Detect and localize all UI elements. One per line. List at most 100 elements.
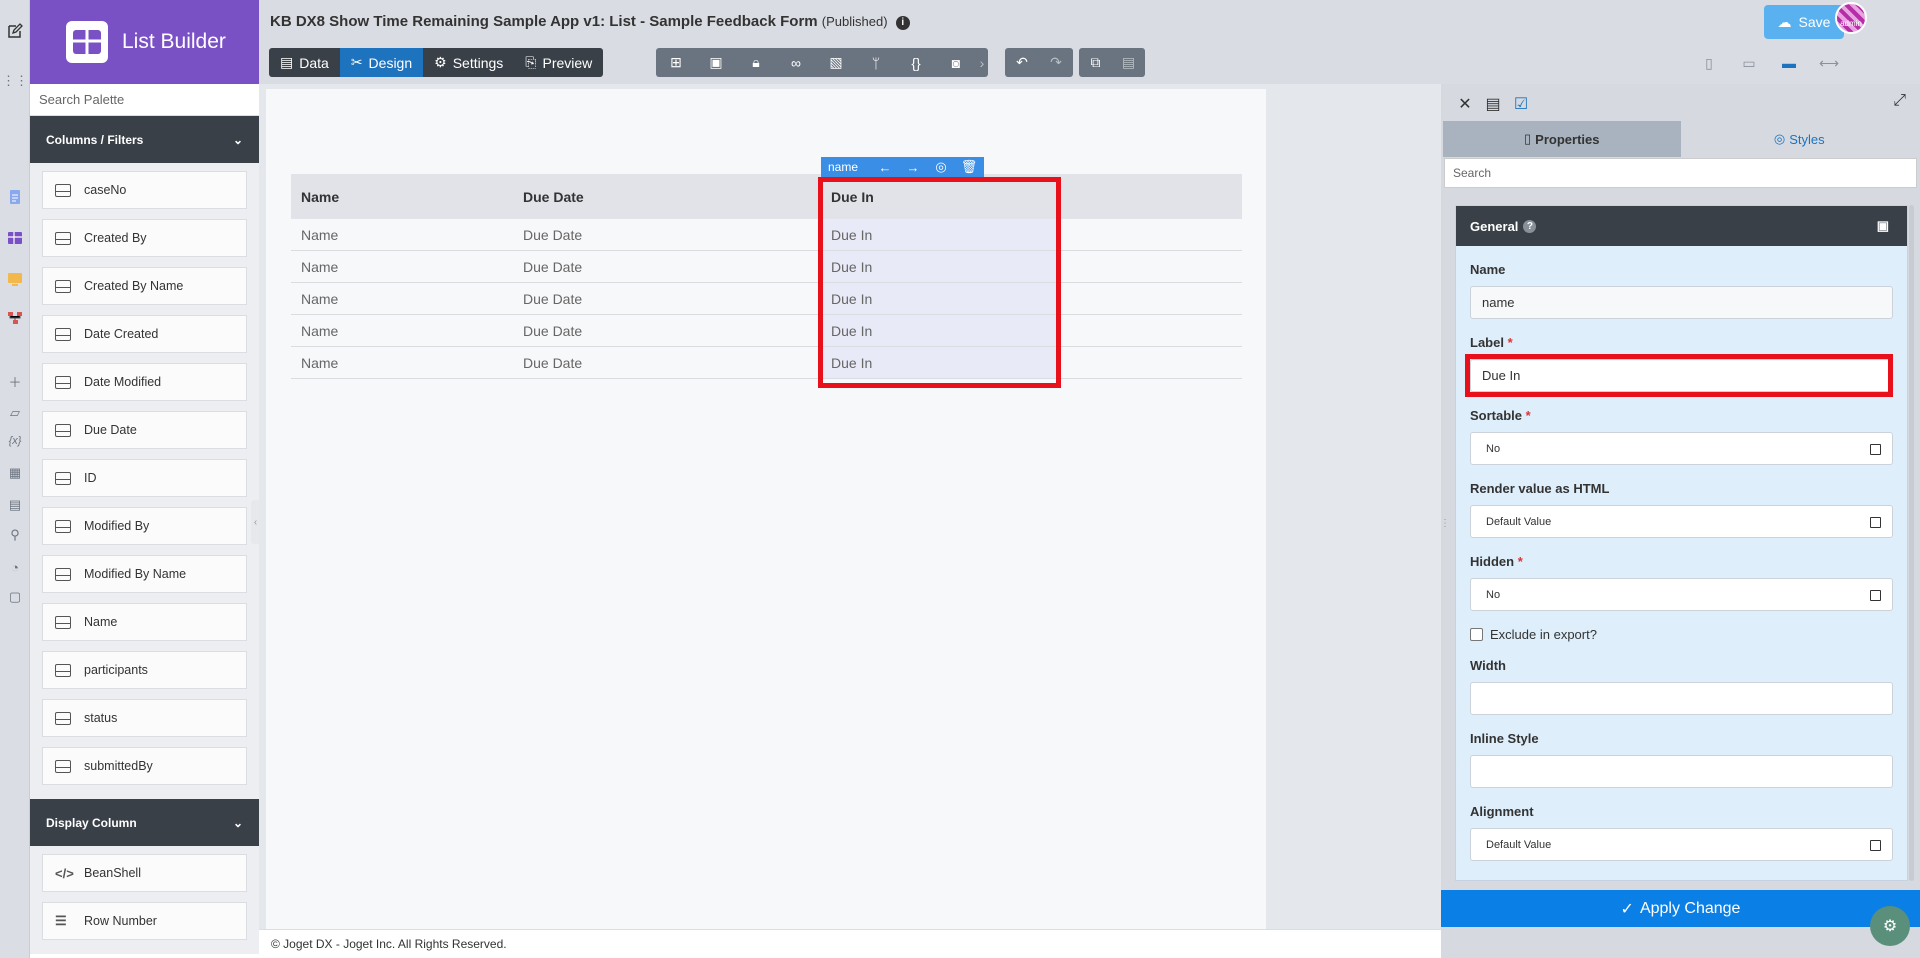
palette-search-input[interactable]: Search Palette (30, 84, 259, 116)
redo-icon[interactable]: ↷ (1039, 48, 1073, 77)
palette-item-label: Date Created (84, 327, 159, 341)
document-icon[interactable]: ▤ (6, 496, 24, 514)
field-label: Inline Style (1470, 731, 1539, 746)
properties-scrollbar[interactable] (1909, 205, 1914, 881)
palette-item[interactable]: </> BeanShell (42, 854, 247, 892)
process-icon[interactable] (6, 309, 24, 327)
palette-style-icon[interactable]: ◎ (930, 159, 952, 175)
palette-item[interactable]: caseNo (42, 171, 247, 209)
checkbox-box[interactable] (1470, 628, 1483, 641)
palette-item[interactable]: Date Created (42, 315, 247, 353)
exclude-export-checkbox[interactable]: Exclude in export? (1470, 627, 1893, 642)
mode-design-button[interactable]: ✂ Design (339, 48, 424, 77)
column-icon (55, 615, 71, 629)
variable-icon[interactable]: {x} (6, 432, 24, 450)
column-icon (55, 423, 71, 437)
resources-icon[interactable]: ▦ (6, 464, 24, 482)
column-icon (55, 183, 71, 197)
tablet-icon[interactable]: ▭ (1729, 50, 1769, 76)
close-icon[interactable]: ✕ (1451, 90, 1479, 118)
tree-icon[interactable]: ⊞ (656, 48, 696, 77)
checkbox-icon[interactable]: ☑ (1507, 90, 1535, 118)
palette-item[interactable]: Due Date (42, 411, 247, 449)
binoculars-icon[interactable]: ∞ (776, 48, 816, 77)
trash-icon[interactable]: 🗑︎ (958, 159, 980, 175)
dashboard-icon[interactable]: ◔ (6, 558, 24, 576)
column-icon (55, 567, 71, 581)
translate-icon[interactable]: ▧ (816, 48, 856, 77)
branch-icon[interactable]: ᛘ (856, 48, 896, 77)
userview-icon[interactable] (6, 270, 24, 288)
palette-item[interactable]: Modified By Name (42, 555, 247, 593)
column-list: caseNo Created By Created By Name Date C… (30, 163, 259, 799)
tab-properties[interactable]: ▯ Properties (1443, 121, 1681, 157)
form-icon[interactable] (6, 188, 24, 206)
mode-data-button[interactable]: ▤ Data (269, 48, 340, 77)
column-header[interactable]: Due Date (513, 189, 821, 205)
mode-settings-button[interactable]: ⚙ Settings (423, 48, 514, 77)
settings-fab-gear-icon[interactable]: ⚙ (1870, 906, 1910, 946)
render-html-select[interactable]: Default Value (1470, 505, 1893, 538)
camera-icon[interactable]: ◙ (936, 48, 976, 77)
hidden-select[interactable]: No (1470, 578, 1893, 611)
section-columns-filters[interactable]: Columns / Filters ⌄ (30, 116, 259, 163)
field-label: Sortable * (1470, 408, 1531, 423)
paste-icon[interactable]: ▤ (1112, 48, 1145, 77)
palette-item-label: Due Date (84, 423, 137, 437)
add-icon[interactable]: ＋ (6, 372, 24, 390)
palette-item[interactable]: status (42, 699, 247, 737)
drag-handle-icon[interactable]: ⋮⋮ (2, 72, 28, 90)
history-tools: ↶ ↷ (1005, 48, 1073, 77)
palette-item[interactable]: Name (42, 603, 247, 641)
lock-icon[interactable]: 🔒︎ (736, 48, 776, 77)
edit-icon[interactable] (6, 22, 24, 40)
chevron-right-icon[interactable]: › (976, 48, 988, 77)
tab-styles[interactable]: ◎ Styles (1681, 121, 1919, 157)
apply-change-button[interactable]: ✓ Apply Change (1441, 890, 1920, 927)
width-field[interactable] (1470, 682, 1893, 715)
properties-search-input[interactable]: Search (1444, 158, 1917, 188)
inline-style-field[interactable] (1470, 755, 1893, 788)
avatar[interactable]: admin (1835, 2, 1867, 34)
phone-icon[interactable]: ▯ (1689, 50, 1729, 76)
table-cell: Name (301, 226, 339, 243)
info-icon[interactable]: i (895, 16, 910, 30)
display-column-list: </> BeanShell ☰ Row Number (30, 846, 259, 954)
list-icon[interactable] (6, 229, 24, 247)
palette-item[interactable]: ☰ Row Number (42, 902, 247, 940)
section-header-general[interactable]: General ? ▣ (1456, 206, 1907, 246)
copy-icon[interactable]: ⧉ (1079, 48, 1112, 77)
palette-item[interactable]: Created By (42, 219, 247, 257)
panel-resize-handle[interactable]: ⋮ (1440, 505, 1450, 541)
expand-icon[interactable]: ⤢ (1893, 92, 1906, 110)
select-arrow-icon (1870, 517, 1881, 528)
note-icon[interactable]: ▱ (6, 404, 24, 422)
api-icon[interactable]: ▢ (6, 588, 24, 606)
alignment-select[interactable]: Default Value (1470, 828, 1893, 861)
fullwidth-icon[interactable]: ⟷ (1809, 50, 1849, 76)
json-icon[interactable]: {} (896, 48, 936, 77)
layout-icon[interactable]: ▣ (696, 48, 736, 77)
palette-item[interactable]: Date Modified (42, 363, 247, 401)
sortable-select[interactable]: No (1470, 432, 1893, 465)
laptop-icon[interactable]: ▬ (1769, 50, 1809, 76)
collapse-section-icon[interactable]: ▣ (1877, 218, 1889, 234)
palette-item[interactable]: participants (42, 651, 247, 689)
help-icon[interactable]: ? (1523, 219, 1537, 233)
palette-item[interactable]: Modified By (42, 507, 247, 545)
arrow-right-icon[interactable]: → (902, 160, 924, 175)
checkbox-label: Exclude in export? (1490, 627, 1597, 642)
undo-icon[interactable]: ↶ (1005, 48, 1039, 77)
section-display-column[interactable]: Display Column ⌄ (30, 799, 259, 846)
save-button[interactable]: ☁ Save (1764, 5, 1844, 39)
properties-icon[interactable]: ▤ (1479, 90, 1507, 118)
palette-item[interactable]: submittedBy (42, 747, 247, 785)
arrow-left-icon[interactable]: ← (874, 160, 896, 175)
name-field[interactable]: name (1470, 286, 1893, 319)
palette-item[interactable]: Created By Name (42, 267, 247, 305)
mode-preview-button[interactable]: ⎘ Preview (514, 48, 603, 77)
plugin-icon[interactable]: ⚲ (6, 526, 24, 544)
palette-item[interactable]: ID (42, 459, 247, 497)
list-canvas: Name Due Date Due In Name Due Date Due I… (266, 89, 1266, 929)
column-header[interactable]: Name (291, 189, 513, 205)
